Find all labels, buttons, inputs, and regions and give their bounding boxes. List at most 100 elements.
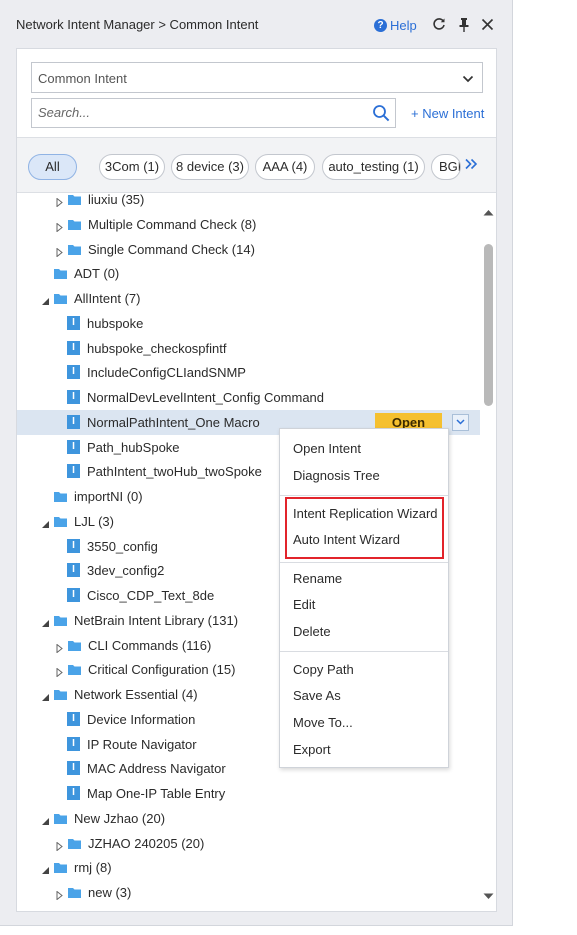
collapse-arrow-icon[interactable] <box>41 294 50 305</box>
filter-chip[interactable]: AAA (4) <box>255 154 315 180</box>
pin-icon[interactable] <box>456 16 472 32</box>
tree-item-label: Device Information <box>87 711 196 727</box>
scroll-down-icon[interactable] <box>483 888 494 903</box>
folder-icon <box>68 663 81 676</box>
tree-item-label: Path_hubSpoke <box>87 439 180 455</box>
filter-chip[interactable]: BGP <box>431 154 461 180</box>
menu-separator <box>280 651 448 652</box>
tree-intent-row[interactable]: I0dev <box>17 905 480 910</box>
tree-item-label: Network Essential (4) <box>74 687 198 702</box>
tree-folder-row[interactable]: ADT (0) <box>17 261 480 286</box>
menu-item-copy-path[interactable]: Copy Path <box>293 662 354 677</box>
tree-item-label: NormalPathIntent_One Macro <box>87 414 260 430</box>
help-label: Help <box>390 17 417 33</box>
tree-item-label: hubspoke <box>87 315 144 331</box>
intent-icon: I <box>67 538 80 553</box>
filter-chip[interactable]: 8 device (3) <box>171 154 249 180</box>
expand-arrow-icon[interactable] <box>55 245 64 258</box>
breadcrumb: Network Intent Manager > Common Intent <box>16 17 259 32</box>
filter-chip-all[interactable]: All <box>28 154 77 180</box>
folder-icon <box>54 861 67 874</box>
tree-item-label: ADT (0) <box>74 266 120 282</box>
tree-item-label: rmj (8) <box>74 860 112 876</box>
tree-item-label: liuxiu (35) <box>88 194 145 207</box>
folder-icon <box>54 515 67 527</box>
new-intent-link[interactable]: + New Intent <box>411 106 484 121</box>
tree-folder-row[interactable]: Single Command Check (14) <box>17 237 480 262</box>
intent-icon: I <box>67 563 80 578</box>
folder-icon <box>54 688 67 700</box>
menu-item-diagnosis-tree[interactable]: Diagnosis Tree <box>293 468 380 483</box>
collapse-arrow-icon[interactable] <box>41 517 50 528</box>
tree-item-label: Cisco_CDP_Text_8de <box>87 588 215 603</box>
expand-arrow-icon[interactable] <box>55 665 64 678</box>
tree-folder-row[interactable]: AllIntent (7) <box>17 286 480 311</box>
intent-icon: I <box>67 711 80 726</box>
intent-icon: I <box>67 786 80 800</box>
tree-item-label: IncludeConfigCLIandSNMP <box>87 365 246 381</box>
tree-folder-row[interactable]: rmj (8) <box>17 855 480 880</box>
tree-item-label: 3550_config <box>87 538 158 554</box>
chevrons-right-icon[interactable] <box>464 158 478 173</box>
menu-item-open-intent[interactable]: Open Intent <box>293 441 361 456</box>
filter-chip[interactable]: auto_testing (1) <box>322 154 425 180</box>
tree-intent-row[interactable]: I NormalDevLevelIntent_Config Command <box>17 385 480 410</box>
expand-arrow-icon[interactable] <box>55 220 64 233</box>
tree-intent-row[interactable]: I Map One-IP Table Entry <box>17 781 480 806</box>
intent-icon: I <box>67 315 80 330</box>
menu-item-save-as[interactable]: Save As <box>293 688 341 703</box>
tree-folder-row[interactable]: Multiple Command Check (8) <box>17 212 480 237</box>
folder-icon <box>68 243 81 255</box>
filter-chip[interactable]: 3Com (1) <box>99 154 165 180</box>
menu-item-delete[interactable]: Delete <box>293 624 331 639</box>
collapse-arrow-icon[interactable] <box>41 814 50 825</box>
tree-item-label: IP Route Navigator <box>87 736 197 752</box>
tree-item-label: hubspoke_checkospfintf <box>87 340 227 356</box>
tree-item-label: Critical Configuration (15) <box>88 662 236 678</box>
tree-folder-row[interactable]: New Jzhao (20) <box>17 806 480 831</box>
tree-item-label: importNI (0) <box>74 489 143 504</box>
refresh-icon[interactable] <box>431 16 447 32</box>
menu-item-edit[interactable]: Edit <box>293 597 315 612</box>
menu-separator <box>280 562 448 563</box>
panel-header: Network Intent Manager > Common Intent ?… <box>0 0 513 48</box>
tree-intent-row[interactable]: Ihubspoke <box>17 311 480 336</box>
intent-icon: I <box>67 761 80 776</box>
intent-icon: I <box>67 414 80 429</box>
tree-item-label: LJL (3) <box>74 513 114 529</box>
expand-arrow-icon[interactable] <box>55 839 64 852</box>
collapse-arrow-icon[interactable] <box>41 616 50 627</box>
expand-arrow-icon[interactable] <box>55 888 64 901</box>
scroll-thumb[interactable] <box>484 244 493 406</box>
context-menu: Open Intent Diagnosis Tree Intent Replic… <box>279 428 449 768</box>
tree-intent-row[interactable]: I IncludeConfigCLIandSNMP <box>17 360 480 385</box>
expand-arrow-icon[interactable] <box>55 195 64 208</box>
search-icon[interactable] <box>372 104 390 125</box>
collapse-arrow-icon[interactable] <box>41 690 50 701</box>
close-icon[interactable] <box>479 16 495 32</box>
tree-folder-row[interactable]: liuxiu (35) <box>17 194 480 212</box>
menu-separator <box>280 495 448 496</box>
vertical-scrollbar[interactable] <box>481 194 496 906</box>
row-menu-chevron-icon[interactable] <box>452 413 469 431</box>
collapse-arrow-icon[interactable] <box>41 863 50 875</box>
expand-arrow-icon[interactable] <box>55 641 64 654</box>
scroll-up-icon[interactable] <box>483 204 494 219</box>
highlight-box <box>285 497 444 559</box>
tree-item-label: NetBrain Intent Library (131) <box>74 612 239 628</box>
menu-item-move-to[interactable]: Move To... <box>293 715 353 730</box>
tree-folder-row[interactable]: new (3) <box>17 880 480 905</box>
intent-category-select[interactable]: Common Intent <box>31 62 483 93</box>
tree-intent-row[interactable]: Ihubspoke_checkospfintf <box>17 336 480 361</box>
menu-item-export[interactable]: Export <box>293 742 331 757</box>
intent-icon: I <box>67 340 80 355</box>
help-link[interactable]: ? Help <box>374 17 417 33</box>
tree-folder-row[interactable]: JZHAO 240205 (20) <box>17 831 480 856</box>
intent-icon: I <box>67 390 80 404</box>
intent-icon: I <box>67 439 80 454</box>
intent-icon: I <box>67 736 80 751</box>
intent-icon: I <box>67 464 80 479</box>
search-input[interactable] <box>38 105 358 120</box>
intent-icon: I <box>67 588 80 602</box>
menu-item-rename[interactable]: Rename <box>293 571 342 586</box>
